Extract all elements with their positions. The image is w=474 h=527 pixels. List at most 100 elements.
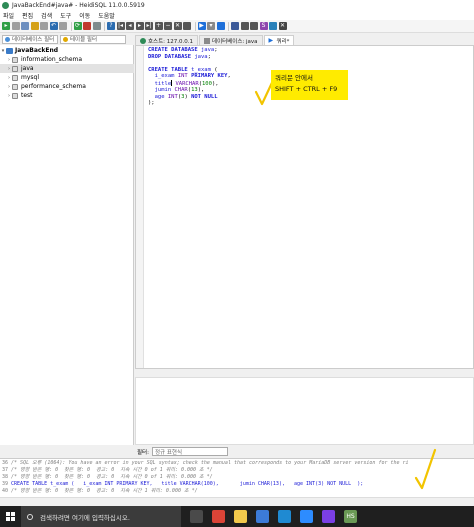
chrome-icon[interactable]	[212, 510, 225, 523]
taskbar-search-placeholder: 검색하려면 여기에 입력하십시오.	[40, 513, 130, 522]
database-name: information_schema	[21, 56, 83, 63]
menu-go[interactable]: 이동	[79, 11, 90, 20]
editor-gutter	[136, 46, 144, 368]
run-icon[interactable]: ▶	[197, 22, 206, 30]
add-row-icon[interactable]: +	[154, 22, 163, 30]
database-name: test	[21, 92, 33, 99]
heidisql-icon[interactable]: HS	[344, 510, 357, 523]
search-icon	[27, 513, 33, 520]
database-icon	[12, 92, 18, 99]
sql-icon[interactable]: S	[259, 22, 268, 30]
run-dropdown-icon[interactable]: ▾	[207, 22, 215, 30]
filter-bar: 데이터베이스 필터 테이블 필터	[0, 33, 134, 45]
log-line: 39 CREATE TABLE t_exam ( i_exam INT PRIMA…	[2, 481, 364, 487]
database-name: java	[21, 65, 34, 72]
result-filter-label: 필터:	[137, 449, 149, 456]
database-filter-placeholder: 데이터베이스 필터	[12, 37, 55, 43]
log-icon[interactable]	[269, 22, 277, 30]
user-icon[interactable]	[83, 22, 91, 30]
connect-icon[interactable]: ▸	[2, 22, 10, 30]
app-window: JavaBackEnd#java# - HeidiSQL 11.0.0.5919…	[0, 0, 474, 527]
menu-bar: 파일 편집 검색 도구 이동 도움말	[0, 10, 474, 20]
store-icon[interactable]	[256, 510, 269, 523]
status-bar	[0, 497, 474, 504]
search-icon[interactable]	[240, 22, 249, 30]
query-tab-icon: ▶	[268, 36, 274, 44]
log-line: 40/* 영향 받은 행: 0 찾은 행: 0 경고: 0 지속 시간 1 쿼리…	[2, 488, 198, 494]
checkmark-annotation-icon	[414, 448, 437, 490]
tree-db-mysql[interactable]: › mysql	[0, 73, 134, 82]
database-icon	[12, 74, 18, 81]
annotation-line-2: SHIFT + CTRL + F9	[275, 85, 338, 93]
sql-log-panel[interactable]: 36/* SQL 오류 (1064): You have an error in…	[0, 458, 474, 497]
taskbar-search-input[interactable]: 검색하려면 여기에 입력하십시오.	[21, 506, 181, 527]
menu-help[interactable]: 도움말	[98, 11, 115, 20]
database-icon	[204, 37, 211, 44]
server-name: JavaBackEnd	[15, 47, 59, 54]
tree-server-row[interactable]: ▾ JavaBackEnd	[0, 46, 134, 55]
database-icon	[12, 65, 18, 72]
database-filter-input[interactable]: 데이터베이스 필터	[2, 34, 58, 44]
log-line: 38/* 영향 받은 행: 0 찾은 행: 0 경고: 0 지속 시간 0 of…	[2, 474, 213, 480]
replace-icon[interactable]	[250, 22, 258, 30]
menu-edit[interactable]: 편집	[22, 11, 33, 20]
menu-search[interactable]: 검색	[41, 11, 52, 20]
undo-icon[interactable]: ↶	[49, 22, 58, 30]
windows-start-icon[interactable]	[0, 506, 21, 527]
cancel-icon[interactable]: ✕	[173, 22, 182, 30]
toolbar-separator	[194, 21, 196, 31]
next-icon[interactable]: ▸	[135, 22, 144, 30]
disconnect-icon[interactable]	[11, 22, 20, 30]
menu-tools[interactable]: 도구	[60, 11, 71, 20]
annotation-line-1: 쿼리문 안에서	[275, 74, 313, 82]
export-icon[interactable]	[92, 22, 101, 30]
windows-taskbar: 검색하려면 여기에 입력하십시오. HS	[0, 506, 474, 527]
toolbar: ▸ ↶ ⟳? |◂ ◂ ▸ ▸| + − ✕ ▶ ▾ S ✕	[0, 20, 474, 33]
refresh-icon[interactable]: ⟳	[73, 22, 82, 30]
tree-db-java[interactable]: › java	[0, 64, 134, 73]
database-name: performance_schema	[21, 83, 86, 90]
toolbar-separator	[228, 21, 229, 31]
database-icon	[12, 56, 18, 63]
tree-db-information-schema[interactable]: › information_schema	[0, 55, 134, 64]
table-filter-placeholder: 테이블 필터	[70, 37, 98, 43]
browser-icon[interactable]	[322, 510, 335, 523]
tab-query[interactable]: ▶ 쿼리*	[263, 35, 295, 45]
prev-icon[interactable]: ◂	[126, 22, 134, 30]
code-line-6: title VARCHAR(100),	[154, 79, 219, 87]
new-icon[interactable]	[21, 22, 29, 30]
toolbar-separator	[104, 21, 105, 31]
task-view-icon[interactable]	[190, 510, 203, 523]
tree-db-performance-schema[interactable]: › performance_schema	[0, 82, 134, 91]
menu-file[interactable]: 파일	[3, 11, 14, 20]
tab-database[interactable]: 데이터베이스: java	[199, 35, 263, 45]
vscode-icon[interactable]	[278, 510, 291, 523]
help-icon[interactable]: ?	[107, 22, 115, 30]
text-cursor	[171, 79, 173, 86]
tab-host[interactable]: 호스트: 127.0.0.1	[135, 35, 199, 45]
run-line-icon[interactable]	[216, 22, 225, 30]
tab-bar: 호스트: 127.0.0.1 데이터베이스: java ▶ 쿼리*	[135, 33, 474, 45]
sql-code[interactable]: CREATE DATABASE java; DROP DATABASE java;…	[148, 47, 231, 107]
last-icon[interactable]: ▸|	[145, 22, 153, 30]
heidisql-app-icon	[2, 1, 9, 9]
server-icon	[6, 47, 13, 54]
tree-db-test[interactable]: › test	[0, 91, 134, 100]
close-icon[interactable]: ✕	[278, 22, 287, 30]
copy-icon[interactable]	[30, 22, 39, 30]
log-line: 37/* 영향 받은 행: 0 찾은 행: 0 경고: 0 지속 시간 0 of…	[2, 467, 213, 473]
paste-icon[interactable]	[40, 22, 48, 30]
result-filter-input[interactable]: 정규 표현식	[151, 447, 228, 456]
delete-row-icon[interactable]: −	[164, 22, 172, 30]
file-explorer-icon[interactable]	[234, 510, 247, 523]
tab-host-label: 호스트: 127.0.0.1	[148, 38, 194, 45]
first-icon[interactable]: |◂	[116, 22, 125, 30]
result-grid[interactable]	[135, 377, 474, 445]
stop-icon[interactable]	[183, 22, 191, 30]
code-line-9: );	[148, 100, 155, 106]
format-icon[interactable]	[231, 22, 239, 30]
table-filter-input[interactable]: 테이블 필터	[60, 34, 126, 44]
zoom-icon[interactable]	[300, 510, 313, 523]
redo-icon[interactable]	[59, 22, 67, 30]
filter-icon	[63, 36, 68, 42]
